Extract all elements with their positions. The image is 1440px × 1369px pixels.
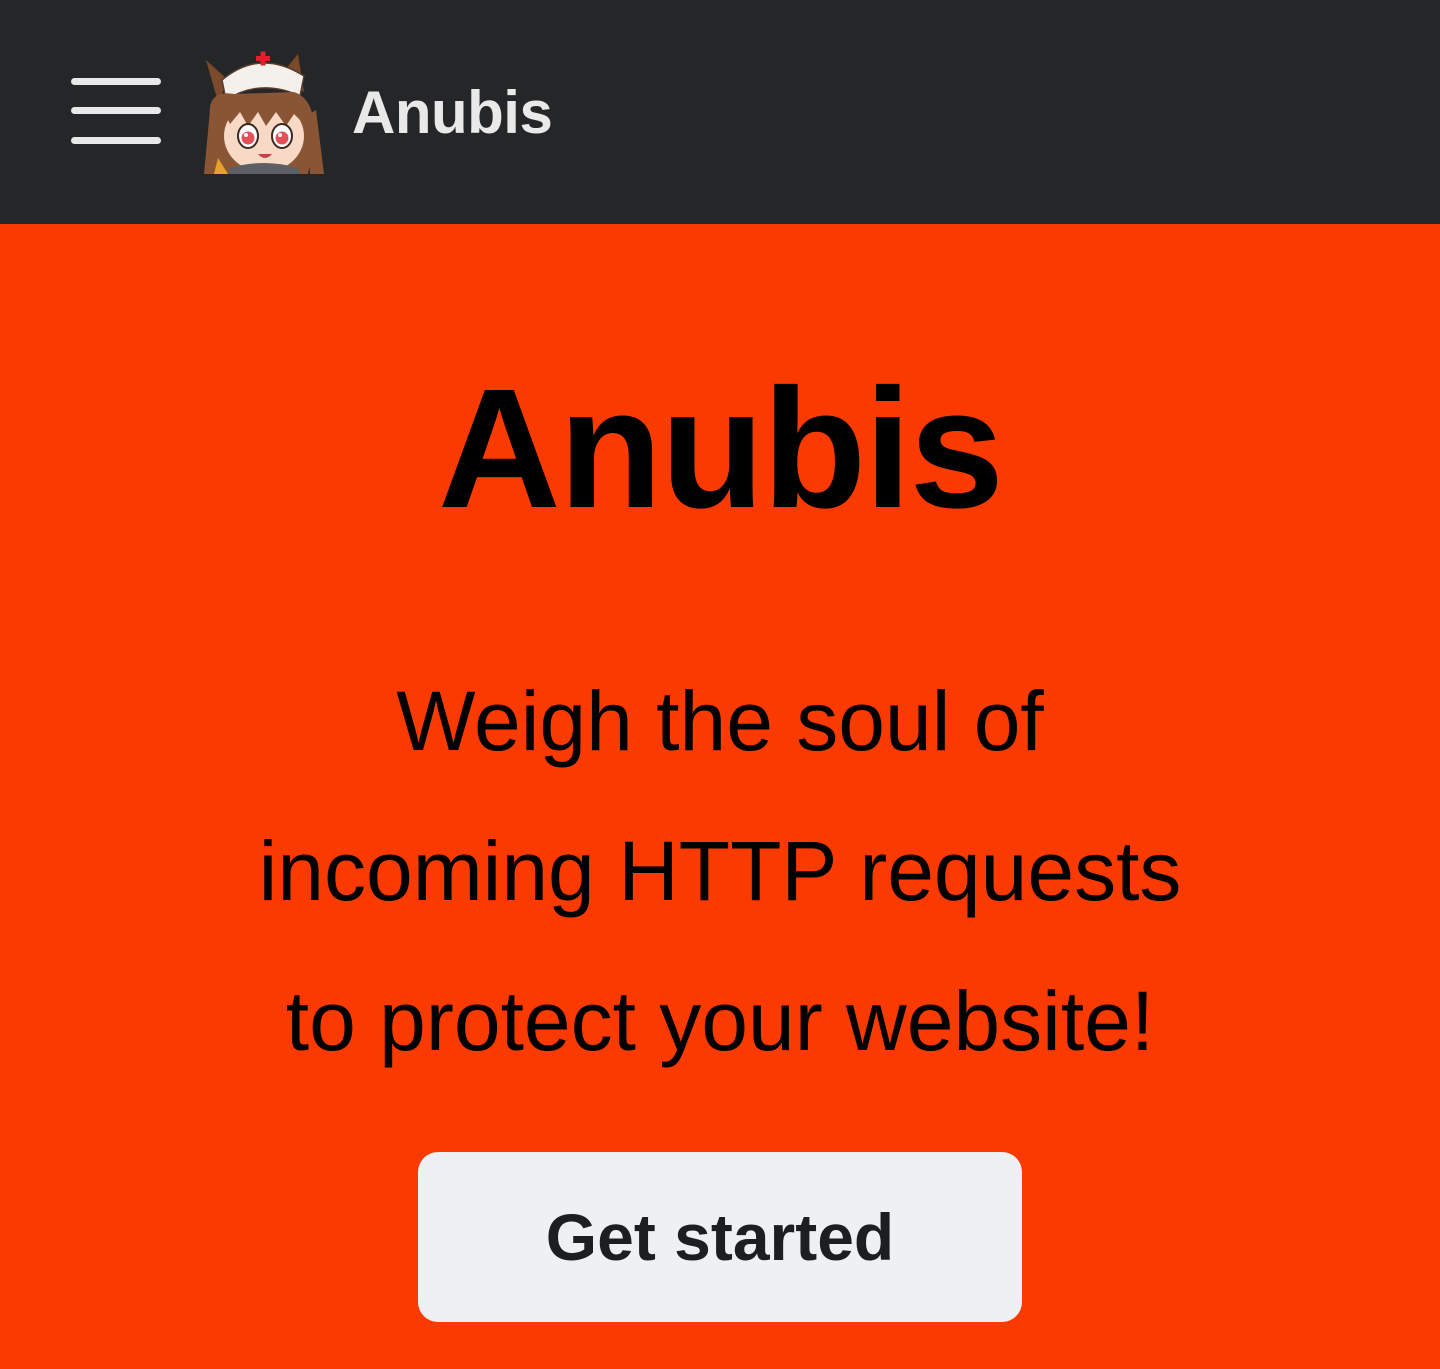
tagline-line: Weigh the soul of <box>396 674 1044 768</box>
tagline-line: incoming HTTP requests <box>258 824 1182 918</box>
anubis-mascot-logo-icon <box>204 51 324 174</box>
navbar-brand-link[interactable]: Anubis <box>200 50 553 174</box>
navbar-title: Anubis <box>352 78 553 146</box>
hero-title: Anubis <box>437 354 1004 544</box>
hero-section: Anubis Weigh the soul of incoming HTTP r… <box>0 224 1440 1369</box>
menu-icon-bar <box>71 78 161 85</box>
get-started-button[interactable]: Get started <box>418 1152 1022 1322</box>
menu-icon-bar <box>71 137 161 144</box>
tagline-line: to protect your website! <box>285 974 1155 1068</box>
menu-icon-bar <box>71 107 161 114</box>
navbar: Anubis <box>0 0 1440 224</box>
menu-toggle-button[interactable] <box>66 72 166 152</box>
hero-tagline: Weigh the soul of incoming HTTP requests… <box>0 646 1440 1096</box>
